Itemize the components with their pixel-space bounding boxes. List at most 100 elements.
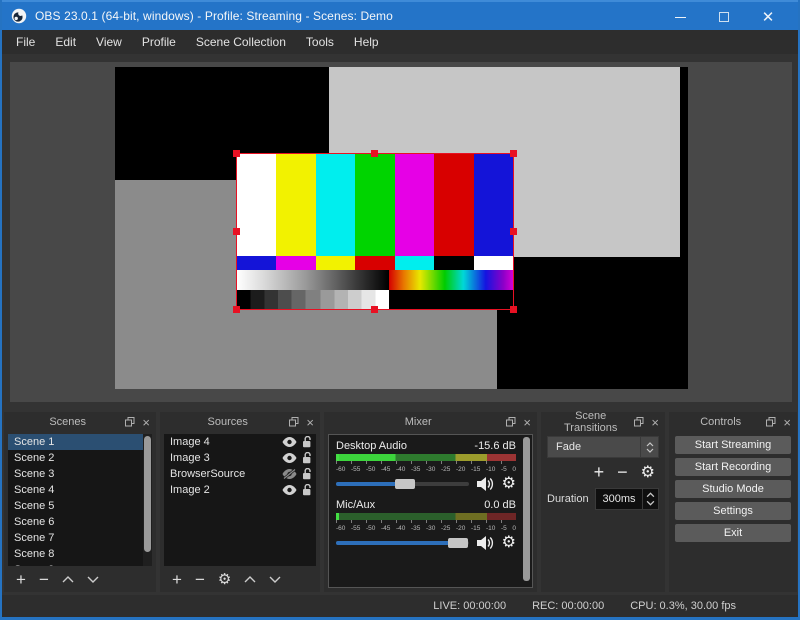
resize-handle[interactable] (510, 306, 517, 313)
selected-source-colorbars[interactable] (233, 150, 517, 313)
menu-item[interactable]: View (86, 30, 132, 54)
volume-slider-handle[interactable] (394, 479, 415, 489)
meter-tick-labels: -60 -55 -50 -45 -40 -35 -30 -25 -20 -15 -10 -5 0 (336, 520, 516, 532)
scene-list-item[interactable]: Scene 3 (8, 466, 152, 482)
sources-list: Image 4 Image 3 BrowserSource Image 2 (164, 434, 316, 566)
float-panel-icon[interactable] (634, 417, 644, 427)
add-scene-button[interactable]: + (16, 571, 26, 588)
move-source-up-button[interactable] (244, 575, 256, 583)
remove-source-button[interactable]: − (195, 571, 205, 588)
controls-panel-title: Controls (700, 416, 742, 428)
move-scene-up-button[interactable] (62, 575, 74, 583)
duration-spinbox[interactable]: 300ms (595, 488, 659, 510)
float-panel-icon[interactable] (125, 417, 135, 427)
chevron-down-icon (646, 448, 653, 453)
source-list-item[interactable]: Image 4 (164, 434, 316, 450)
menu-item[interactable]: Help (344, 30, 389, 54)
resize-handle[interactable] (233, 150, 240, 157)
spin-up-icon[interactable] (646, 492, 655, 498)
scenes-scrollbar[interactable] (143, 434, 152, 566)
visibility-eye-icon[interactable] (282, 437, 297, 447)
close-panel-icon[interactable]: × (523, 416, 531, 429)
float-panel-icon[interactable] (289, 417, 299, 427)
scene-list-item[interactable]: Scene 2 (8, 450, 152, 466)
scene-list-item[interactable]: Scene 1 (8, 434, 152, 450)
float-panel-icon[interactable] (766, 417, 776, 427)
colorbar-top-bars (237, 154, 513, 257)
spin-down-icon[interactable] (646, 500, 655, 506)
close-panel-icon[interactable]: × (142, 416, 150, 429)
lock-icon[interactable] (302, 452, 312, 464)
source-list-item[interactable]: Image 3 (164, 450, 316, 466)
close-button[interactable]: ✕ (746, 2, 790, 32)
maximize-icon (719, 12, 729, 22)
move-scene-down-button[interactable] (87, 576, 99, 583)
mixer-content: Desktop Audio -15.6 dB -60 -55 -50 -45 -40 -3… (328, 434, 533, 588)
add-transition-button[interactable]: + (594, 462, 605, 483)
volume-slider[interactable] (336, 538, 469, 548)
preview-area[interactable] (10, 62, 792, 402)
visibility-eye-icon[interactable] (282, 453, 297, 463)
resize-handle[interactable] (510, 227, 517, 235)
menu-item[interactable]: Tools (296, 30, 344, 54)
resize-handle[interactable] (233, 227, 240, 235)
visibility-eye-slash-icon[interactable] (282, 469, 297, 479)
source-list-item[interactable]: Image 2 (164, 482, 316, 498)
channel-settings-gear-icon[interactable]: ⚙ (502, 476, 516, 492)
maximize-button[interactable] (702, 2, 746, 32)
visibility-eye-icon[interactable] (282, 485, 297, 495)
close-panel-icon[interactable]: × (306, 416, 314, 429)
mixer-scrollbar[interactable] (523, 437, 530, 585)
resize-handle[interactable] (371, 150, 378, 157)
scenes-toolbar: + − (8, 568, 152, 590)
control-button[interactable]: Start Streaming (675, 436, 791, 454)
transition-selected-value: Fade (556, 441, 582, 453)
transition-select[interactable]: Fade (547, 436, 659, 458)
menu-item[interactable]: Profile (132, 30, 186, 54)
mixer-panel: Mixer × Desktop Audio -15.6 dB -60 -55 -50… (324, 412, 537, 592)
scene-list-item[interactable]: Scene 5 (8, 498, 152, 514)
control-button[interactable]: Exit (675, 524, 791, 542)
speaker-icon[interactable] (476, 536, 494, 550)
control-button[interactable]: Start Recording (675, 458, 791, 476)
add-source-button[interactable]: + (172, 571, 182, 588)
scene-list-item[interactable]: Scene 4 (8, 482, 152, 498)
menu-item[interactable]: Edit (45, 30, 86, 54)
control-button[interactable]: Studio Mode (675, 480, 791, 498)
transitions-panel-title: Scene Transitions (564, 410, 618, 434)
volume-slider-handle[interactable] (448, 538, 469, 548)
obs-logo-icon (11, 8, 27, 24)
resize-handle[interactable] (510, 150, 517, 157)
control-button[interactable]: Settings (675, 502, 791, 520)
cpu-fps: CPU: 0.3%, 30.00 fps (630, 600, 736, 612)
volume-slider[interactable] (336, 479, 469, 489)
remove-scene-button[interactable]: − (39, 571, 49, 588)
menu-item[interactable]: Scene Collection (186, 30, 296, 54)
channel-settings-gear-icon[interactable]: ⚙ (502, 535, 516, 551)
resize-handle[interactable] (371, 306, 378, 313)
source-properties-gear-icon[interactable]: ⚙ (218, 570, 231, 588)
resize-handle[interactable] (233, 306, 240, 313)
scene-list-item[interactable]: Scene 9 (8, 562, 152, 566)
close-panel-icon[interactable]: × (783, 416, 791, 429)
transition-properties-gear-icon[interactable]: ⚙ (641, 462, 655, 482)
source-list-item[interactable]: BrowserSource (164, 466, 316, 482)
title-bar: OBS 23.0.1 (64-bit, windows) - Profile: … (2, 0, 798, 30)
float-panel-icon[interactable] (506, 417, 516, 427)
lock-icon[interactable] (302, 436, 312, 448)
close-panel-icon[interactable]: × (651, 416, 659, 429)
scene-list-item[interactable]: Scene 6 (8, 514, 152, 530)
remove-transition-button[interactable]: − (617, 462, 628, 483)
menu-item[interactable]: File (6, 30, 45, 54)
minimize-button[interactable] (658, 2, 702, 32)
scene-list-item[interactable]: Scene 7 (8, 530, 152, 546)
lock-icon[interactable] (302, 484, 312, 496)
live-time: LIVE: 00:00:00 (433, 600, 507, 612)
lock-icon[interactable] (302, 468, 312, 480)
move-source-down-button[interactable] (269, 576, 281, 583)
speaker-icon[interactable] (476, 477, 494, 491)
channel-name: Mic/Aux (336, 499, 376, 511)
channel-db-value: -15.6 dB (474, 440, 516, 452)
sources-toolbar: + − ⚙ (164, 568, 316, 590)
scene-list-item[interactable]: Scene 8 (8, 546, 152, 562)
